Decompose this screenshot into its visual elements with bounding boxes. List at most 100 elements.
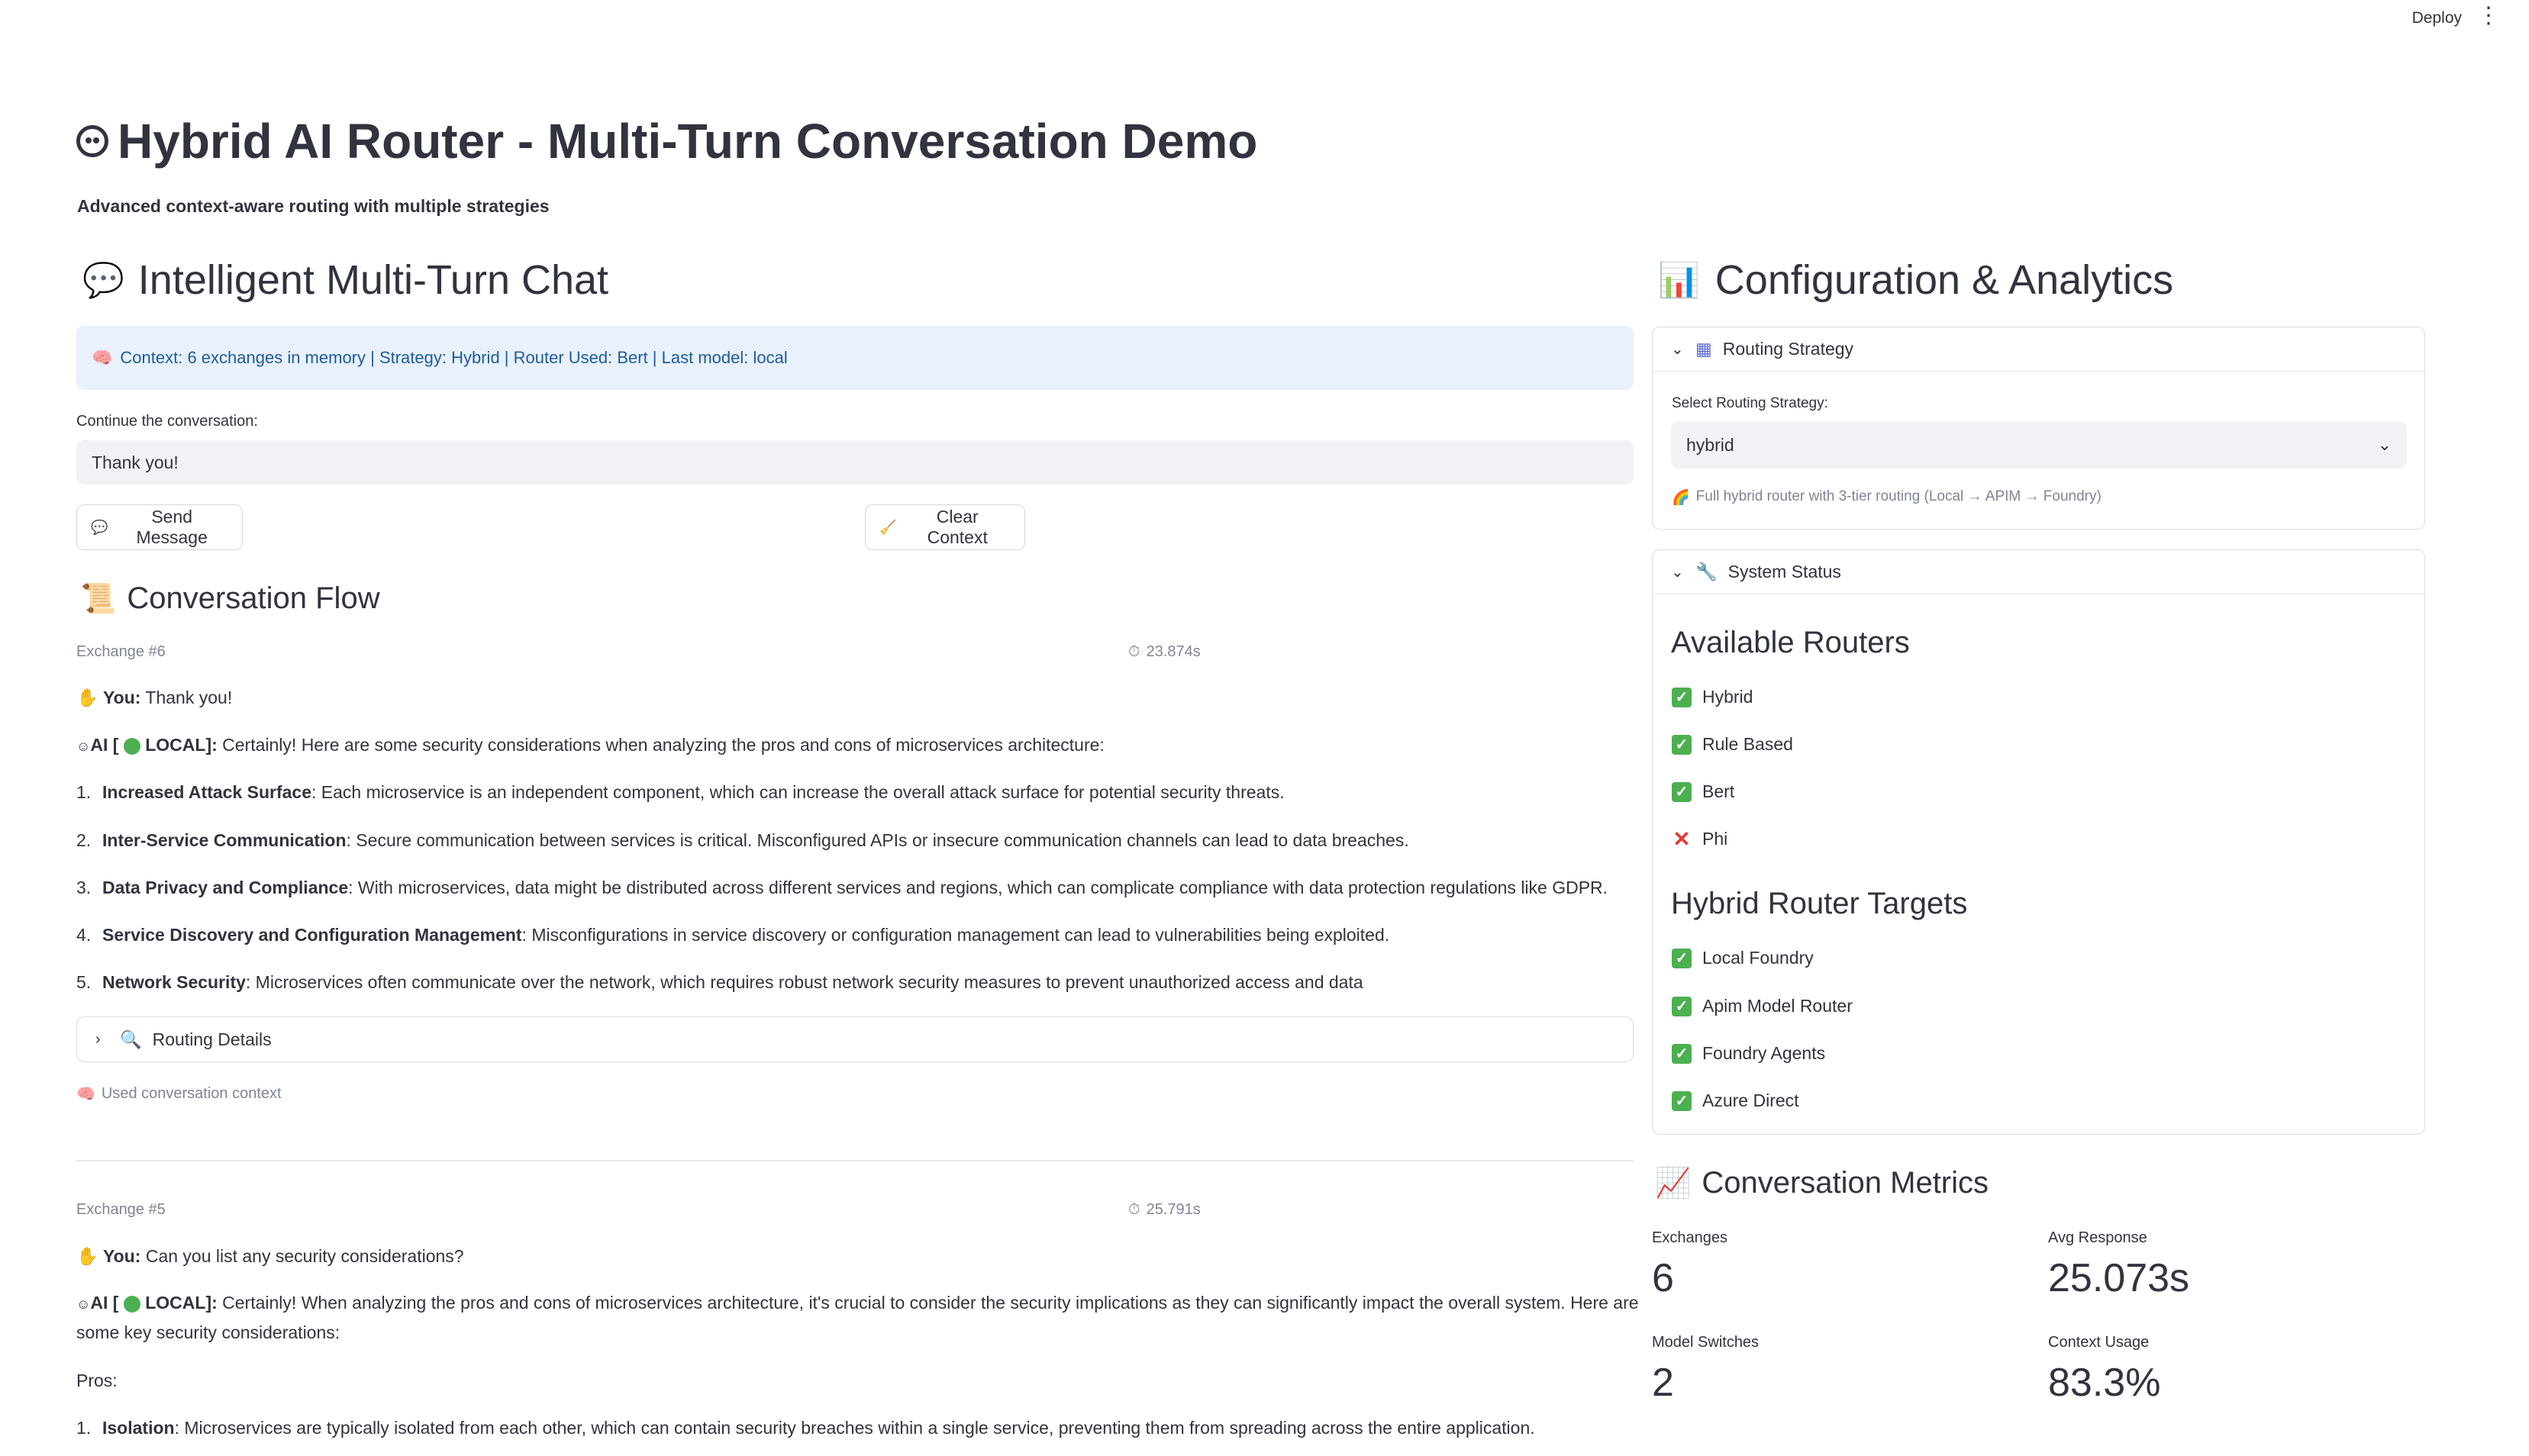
flow-heading: 📜 Conversation Flow [80, 581, 380, 616]
clear-context-label: Clear Context [927, 507, 988, 547]
list-item: 3. Data Privacy and Compliance: With micr… [76, 878, 1608, 898]
target-name: Apim Model Router [1702, 996, 1853, 1016]
router-name: Hybrid [1702, 687, 1753, 707]
list-text: : Microservices often communicate over t… [245, 972, 1363, 992]
metric-avg-label: Avg Response [2048, 1229, 2147, 1246]
target-foundry-agents: ✓ Foundry Agents [1672, 1043, 1825, 1064]
list-item: 5. Network Security: Microservices often … [76, 972, 1363, 993]
ai-message: ☺AI [ LOCAL]: Certainly! Here are some s… [76, 735, 1105, 755]
routing-strategy-header[interactable]: ⌄ ▦ Routing Strategy [1653, 327, 2424, 372]
routing-details-header[interactable]: › 🔍 Routing Details [77, 1017, 1633, 1061]
brain-icon: 🧠 [92, 348, 113, 367]
target-azure-direct: ✓ Azure Direct [1672, 1090, 1799, 1111]
metric-switches-label: Model Switches [1652, 1334, 1760, 1351]
list-num: 1. [76, 1418, 92, 1438]
list-bold: Inter-Service Communication [102, 830, 347, 850]
user-text: Can you list any security considerations… [145, 1246, 464, 1266]
config-heading-text: Configuration & Analytics [1714, 257, 2174, 303]
rainbow-icon: 🌈 [1672, 490, 1690, 506]
page-title: Hybrid AI Router - Multi-Turn Conversati… [76, 113, 1257, 169]
list-num: 2. [76, 830, 92, 850]
targets-heading: Hybrid Router Targets [1671, 887, 1968, 920]
chat-input[interactable] [76, 440, 1634, 485]
list-text: : With microservices, data might be dist… [348, 878, 1608, 897]
routers-heading: Available Routers [1671, 626, 1910, 659]
list-bold: Increased Attack Surface [102, 782, 312, 802]
hand-icon: ✋ [76, 1246, 98, 1266]
router-hybrid: ✓ Hybrid [1672, 687, 1753, 707]
metric-exchanges-value: 6 [1652, 1256, 1674, 1300]
ai-model: LOCAL]: [145, 1293, 218, 1313]
ai-prefix: AI [ [90, 1293, 119, 1313]
ai-prefix: AI [ [90, 735, 119, 755]
routing-details-expander[interactable]: › 🔍 Routing Details [76, 1016, 1634, 1062]
list-num: 5. [76, 972, 92, 992]
exchange-time-value: 25.791s [1146, 1201, 1201, 1218]
list-bold: Network Security [102, 972, 246, 992]
context-info-text: Context: 6 exchanges in memory | Strateg… [120, 348, 788, 367]
system-status-header[interactable]: ⌄ 🔧 System Status [1653, 550, 2424, 594]
list-item: 2. Inter-Service Communication: Secure co… [76, 830, 1409, 851]
divider [76, 1160, 1634, 1161]
system-status-title: System Status [1727, 562, 1841, 581]
context-note-text: Used conversation context [101, 1085, 282, 1102]
metrics-heading-text: Conversation Metrics [1702, 1166, 1989, 1200]
metric-context-label: Context Usage [2048, 1334, 2150, 1351]
list-text: : Secure communication between services … [346, 830, 1409, 850]
line-chart-icon: 📈 [1655, 1167, 1692, 1200]
list-text: : Each microservice is an independent co… [311, 782, 1285, 802]
metric-exchanges-label: Exchanges [1652, 1229, 1727, 1246]
metrics-heading: 📈 Conversation Metrics [1655, 1166, 1989, 1200]
chevron-down-icon: ⌄ [1671, 564, 1684, 581]
check-icon: ✓ [1672, 734, 1692, 755]
check-icon: ✓ [1672, 996, 1692, 1016]
router-rule-based: ✓ Rule Based [1672, 734, 1793, 755]
strategy-select[interactable]: hybrid ⌄ [1671, 421, 2407, 469]
page-subtitle: Advanced context-aware routing with mult… [77, 196, 550, 216]
metric-context-value: 83.3% [2048, 1361, 2161, 1405]
send-message-button[interactable]: 💬 Send Message [76, 504, 243, 550]
clear-context-button[interactable]: 🧹 Clear Context [865, 504, 1025, 550]
ai-text: Certainly! Here are some security consid… [222, 735, 1105, 755]
stopwatch-icon: ⏱ [1128, 1201, 1140, 1218]
magnifier-icon: 🔍 [120, 1029, 142, 1049]
metric-avg-value: 25.073s [2048, 1256, 2190, 1300]
router-name: Bert [1702, 781, 1735, 801]
hand-icon: ✋ [76, 688, 98, 707]
main-menu-icon[interactable]: ⋮ [2477, 5, 2500, 27]
bar-chart-icon: 📊 [1658, 262, 1700, 299]
deploy-button[interactable]: Deploy [2406, 8, 2468, 29]
exchange-label: Exchange #5 [76, 1201, 166, 1218]
list-item: 1. Isolation: Microservices are typically… [76, 1418, 1535, 1438]
green-circle-icon [123, 737, 140, 755]
list-num: 4. [76, 925, 92, 945]
list-item: 1. Increased Attack Surface: Each microse… [76, 782, 1285, 803]
exchange-time: ⏱ 25.791s [1128, 1201, 1201, 1219]
target-name: Azure Direct [1702, 1090, 1799, 1110]
stopwatch-icon: ⏱ [1128, 643, 1140, 660]
router-name: Rule Based [1702, 734, 1793, 754]
send-message-label: Send Message [136, 507, 208, 547]
speech-bubble-icon: 💬 [91, 519, 108, 535]
ai-text: Certainly! When analyzing the pros and c… [222, 1293, 1639, 1313]
list-text: : Misconfigurations in service discovery… [521, 925, 1390, 945]
list-num: 1. [76, 782, 92, 802]
exchange-label: Exchange #6 [76, 643, 166, 660]
routing-details-label: Routing Details [152, 1029, 272, 1049]
strategy-note: 🌈 Full hybrid router with 3-tier routing… [1672, 488, 2102, 507]
check-icon: ✓ [1672, 781, 1692, 802]
broom-icon: 🧹 [879, 519, 897, 535]
scroll-icon: 📜 [80, 582, 117, 615]
ai-message: ☺AI [ LOCAL]: Certainly! When analyzing … [76, 1293, 1639, 1313]
check-icon: ✓ [1672, 1043, 1692, 1064]
select-label: Select Routing Strategy: [1672, 395, 1828, 411]
ai-text-continued: some key security considerations: [76, 1322, 340, 1342]
check-icon: ✓ [1672, 687, 1692, 707]
check-icon: ✓ [1672, 948, 1692, 968]
input-label: Continue the conversation: [76, 413, 258, 430]
strategy-select-value: hybrid [1686, 434, 1734, 455]
robot-icon: ☺ [76, 1297, 91, 1312]
ai-model: LOCAL]: [145, 735, 218, 755]
page-title-text: Hybrid AI Router - Multi-Turn Conversati… [118, 114, 1258, 169]
list-bold: Service Discovery and Configuration Mana… [102, 925, 522, 945]
